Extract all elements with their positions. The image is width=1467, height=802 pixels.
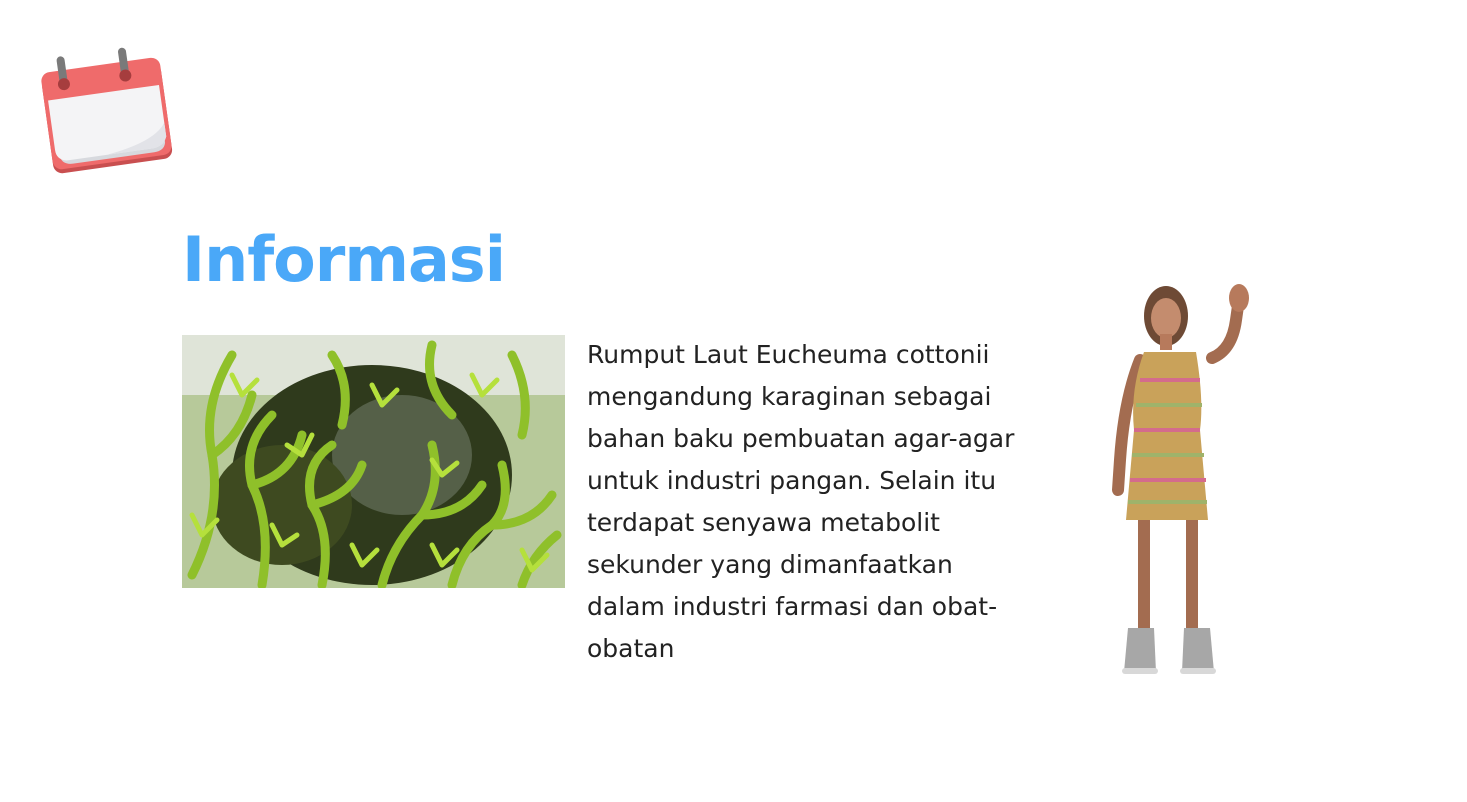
avatar	[1100, 280, 1260, 685]
page-title: Informasi	[182, 223, 506, 296]
calendar-icon	[40, 44, 180, 176]
seaweed-photo	[182, 335, 565, 588]
information-text: Rumput Laut Eucheuma cottonii mengandung…	[587, 340, 1015, 663]
